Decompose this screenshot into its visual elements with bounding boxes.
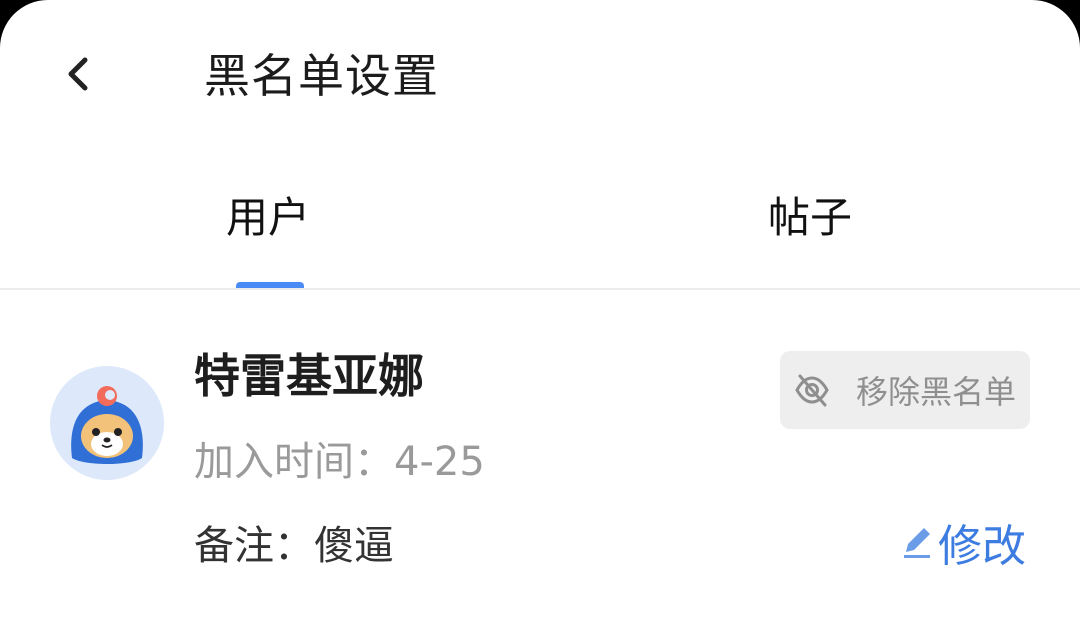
tab-users[interactable]: 用户 (200, 160, 340, 290)
tab-users-label: 用户 (226, 193, 311, 242)
join-time: 加入时间：4-25 (194, 439, 485, 485)
user-note: 备注：傻逼 (194, 523, 394, 569)
edit-note-label: 修改 (938, 521, 1026, 572)
shiba-mascot-avatar-icon (50, 366, 164, 480)
tab-divider (0, 288, 1080, 290)
tab-posts-label: 帖子 (768, 193, 853, 242)
chevron-left-icon (68, 57, 88, 91)
page-title: 黑名单设置 (204, 49, 439, 103)
eye-off-icon (795, 374, 829, 407)
avatar[interactable] (50, 366, 164, 480)
back-button[interactable] (48, 44, 108, 104)
tab-bar: 用户 帖子 (0, 160, 1080, 290)
tab-posts[interactable]: 帖子 (740, 160, 880, 290)
blacklist-settings-sheet: 黑名单设置 用户 帖子 特雷基亚娜 加入时间：4-25 备注：傻逼 移除黑名单 … (0, 0, 1080, 634)
blocked-user-row: 特雷基亚娜 加入时间：4-25 备注：傻逼 移除黑名单 修改 (0, 300, 1080, 634)
remove-from-blacklist-label: 移除黑名单 (855, 373, 1016, 411)
pencil-icon (904, 528, 930, 558)
user-name[interactable]: 特雷基亚娜 (194, 344, 424, 408)
remove-from-blacklist-button[interactable]: 移除黑名单 (780, 351, 1030, 429)
edit-note-button[interactable]: 修改 (900, 512, 1026, 572)
